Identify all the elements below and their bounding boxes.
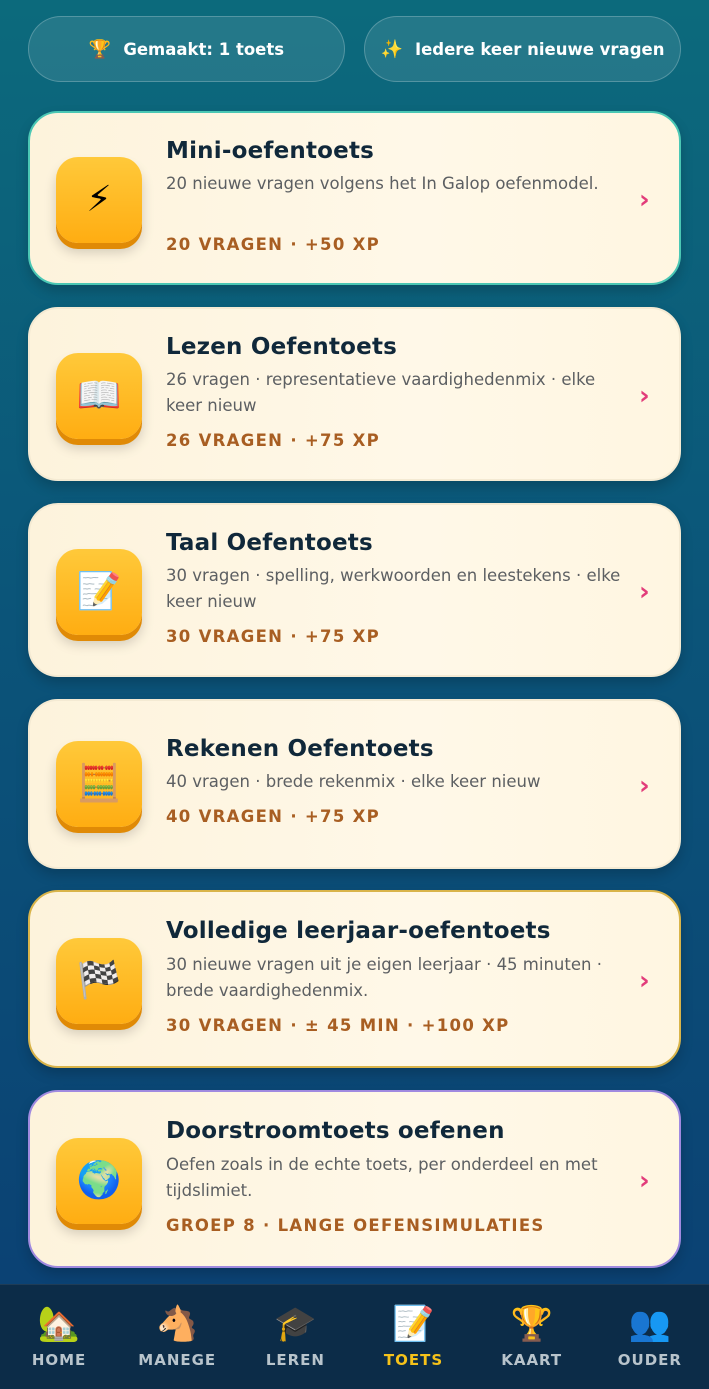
chevron-right-icon: › <box>639 381 650 411</box>
test-title: Volledige leerjaar-oefentoets <box>166 918 551 944</box>
writing-icon: 📝 <box>76 571 122 612</box>
graduation-cap-icon: 🎓 <box>274 1304 317 1344</box>
test-meta: 40 VRAGEN · +75 XP <box>166 807 381 826</box>
nav-manege[interactable]: 🐴 MANEGE <box>120 1305 235 1369</box>
checkered-flag-icon: 🏁 <box>76 960 122 1001</box>
nav-ouder[interactable]: 👥 OUDER <box>592 1305 707 1369</box>
completed-count-label: Gemaakt: 1 toets <box>123 39 285 59</box>
nav-label: KAART <box>501 1351 563 1369</box>
test-card-doorstroom[interactable]: 🌍 Doorstroomtoets oefenen Oefen zoals in… <box>28 1090 681 1268</box>
test-description: 20 nieuwe vragen volgens het In Galop oe… <box>166 174 599 193</box>
chevron-right-icon: › <box>639 577 650 607</box>
test-meta: 20 VRAGEN · +50 XP <box>166 235 381 254</box>
test-description: 26 vragen · representatieve vaardigheden… <box>166 370 596 415</box>
calculator-icon: 🧮 <box>76 763 122 804</box>
test-icon-tile: 📝 <box>56 549 142 635</box>
house-icon: 🏡 <box>37 1304 81 1344</box>
test-icon-tile: ⚡ <box>56 157 142 243</box>
test-card-rekenen[interactable]: 🧮 Rekenen Oefentoets 40 vragen · brede r… <box>28 699 681 869</box>
new-questions-pill: ✨ Iedere keer nieuwe vragen <box>364 16 681 82</box>
book-icon: 📖 <box>76 375 122 416</box>
test-card-leerjaar[interactable]: 🏁 Volledige leerjaar-oefentoets 30 nieuw… <box>28 890 681 1068</box>
nav-kaart[interactable]: 🏆 KAART <box>474 1305 589 1369</box>
trophy-icon: 🏆 <box>88 38 112 60</box>
bottom-nav: 🏡 HOME 🐴 MANEGE 🎓 LEREN 📝 TOETS 🏆 KAART … <box>0 1284 709 1389</box>
test-icon-tile: 🌍 <box>56 1138 142 1224</box>
lightning-icon: ⚡ <box>86 179 112 220</box>
chevron-right-icon: › <box>639 1166 650 1196</box>
test-card-taal[interactable]: 📝 Taal Oefentoets 30 vragen · spelling, … <box>28 503 681 677</box>
nav-home[interactable]: 🏡 HOME <box>2 1305 117 1369</box>
memo-icon: 📝 <box>392 1304 435 1344</box>
nav-label: HOME <box>31 1351 87 1369</box>
test-meta: 30 VRAGEN · +75 XP <box>166 627 381 646</box>
test-meta: 26 VRAGEN · +75 XP <box>166 431 381 450</box>
nav-label: MANEGE <box>138 1351 217 1369</box>
test-card-mini[interactable]: ⚡ Mini-oefentoets 20 nieuwe vragen volge… <box>28 111 681 285</box>
nav-toets[interactable]: 📝 TOETS <box>356 1305 471 1369</box>
family-icon: 👥 <box>628 1304 672 1344</box>
nav-leren[interactable]: 🎓 LEREN <box>238 1305 353 1369</box>
test-icon-tile: 📖 <box>56 353 142 439</box>
trophy-icon: 🏆 <box>510 1304 553 1344</box>
test-title: Doorstroomtoets oefenen <box>166 1118 505 1144</box>
test-title: Rekenen Oefentoets <box>166 736 434 762</box>
chevron-right-icon: › <box>639 771 650 801</box>
sparkles-icon: ✨ <box>380 38 403 60</box>
test-description: Oefen zoals in de echte toets, per onder… <box>166 1155 598 1200</box>
test-description: 40 vragen · brede rekenmix · elke keer n… <box>166 772 541 791</box>
test-icon-tile: 🏁 <box>56 938 142 1024</box>
chevron-right-icon: › <box>639 966 650 996</box>
test-meta: GROEP 8 · LANGE OEFENSIMULATIES <box>166 1216 545 1235</box>
top-pill-row: 🏆 Gemaakt: 1 toets ✨ Iedere keer nieuwe … <box>28 16 681 82</box>
test-description: 30 nieuwe vragen uit je eigen leerjaar ·… <box>166 955 602 1000</box>
globe-magnifier-icon: 🌍 <box>76 1160 122 1201</box>
nav-label: TOETS <box>383 1351 444 1369</box>
test-icon-tile: 🧮 <box>56 741 142 827</box>
test-card-lezen[interactable]: 📖 Lezen Oefentoets 26 vragen · represent… <box>28 307 681 481</box>
nav-label: OUDER <box>617 1351 682 1369</box>
chevron-right-icon: › <box>639 185 650 215</box>
test-meta: 30 VRAGEN · ± 45 MIN · +100 XP <box>166 1016 510 1035</box>
horse-icon: 🐴 <box>156 1304 199 1344</box>
nav-label: LEREN <box>265 1351 325 1369</box>
completed-count-pill: 🏆 Gemaakt: 1 toets <box>28 16 345 82</box>
test-description: 30 vragen · spelling, werkwoorden en lee… <box>166 566 621 611</box>
test-title: Mini-oefentoets <box>166 138 375 164</box>
test-title: Lezen Oefentoets <box>166 334 398 360</box>
new-questions-label: Iedere keer nieuwe vragen <box>414 39 665 59</box>
test-title: Taal Oefentoets <box>166 530 373 556</box>
